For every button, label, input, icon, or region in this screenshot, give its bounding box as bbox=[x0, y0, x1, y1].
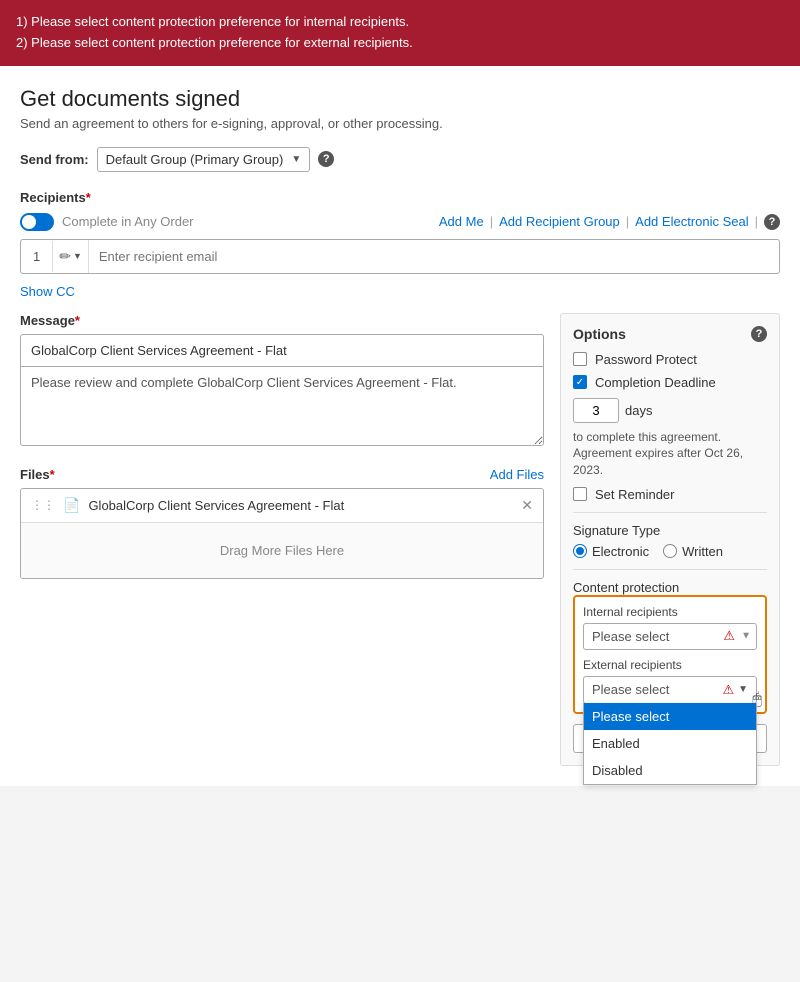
internal-recipients-section: Internal recipients Please select Enable… bbox=[583, 605, 757, 650]
recipient-number: 1 bbox=[21, 241, 53, 272]
completion-deadline-row: Completion Deadline bbox=[573, 375, 767, 390]
content-protection-box: Internal recipients Please select Enable… bbox=[573, 595, 767, 714]
file-remove-icon[interactable]: ✕ bbox=[521, 497, 533, 514]
sep3: | bbox=[755, 214, 758, 229]
send-from-select[interactable]: Default Group (Primary Group) ▼ bbox=[97, 147, 311, 172]
send-from-arrow-icon: ▼ bbox=[291, 154, 301, 165]
recipients-label: Recipients* bbox=[20, 190, 91, 205]
password-protect-label: Password Protect bbox=[595, 352, 697, 367]
completion-deadline-label: Completion Deadline bbox=[595, 375, 716, 390]
send-from-help-icon[interactable]: ? bbox=[318, 151, 334, 167]
written-label: Written bbox=[682, 544, 723, 559]
set-reminder-row: Set Reminder bbox=[573, 487, 767, 502]
electronic-radio-option[interactable]: Electronic bbox=[573, 544, 649, 559]
drag-more-area[interactable]: Drag More Files Here bbox=[21, 523, 543, 578]
divider1 bbox=[573, 512, 767, 513]
internal-recipients-label: Internal recipients bbox=[583, 605, 757, 619]
add-me-link[interactable]: Add Me bbox=[439, 214, 484, 229]
external-dropdown-value: Please select bbox=[592, 682, 722, 697]
add-electronic-seal-link[interactable]: Add Electronic Seal bbox=[635, 214, 748, 229]
chevron-down-icon: ▼ bbox=[73, 251, 82, 261]
sep2: | bbox=[626, 214, 629, 229]
content-protection-label: Content protection bbox=[573, 580, 679, 595]
set-reminder-checkbox[interactable] bbox=[573, 487, 587, 501]
days-input[interactable] bbox=[573, 398, 619, 423]
error-banner: 1) Please select content protection pref… bbox=[0, 0, 800, 66]
set-reminder-label: Set Reminder bbox=[595, 487, 674, 502]
external-dropdown-arrow-icon: ▼ bbox=[738, 684, 748, 695]
recipient-email-input[interactable] bbox=[89, 241, 779, 272]
internal-select-wrapper: Please select Enabled Disabled ⚠ ▼ bbox=[583, 623, 757, 650]
signature-type-label: Signature Type bbox=[573, 523, 660, 538]
files-label: Files* bbox=[20, 467, 55, 482]
recipients-help-icon[interactable]: ? bbox=[764, 214, 780, 230]
drag-handle-icon: ⋮⋮ bbox=[31, 498, 55, 512]
message-title-input[interactable] bbox=[20, 334, 544, 366]
password-protect-checkbox[interactable] bbox=[573, 352, 587, 366]
options-panel: Options ? Password Protect Completion De… bbox=[560, 313, 780, 766]
page-title: Get documents signed bbox=[20, 86, 780, 112]
options-help-icon[interactable]: ? bbox=[751, 326, 767, 342]
written-radio-option[interactable]: Written bbox=[663, 544, 723, 559]
message-body-input[interactable] bbox=[20, 366, 544, 446]
electronic-radio-btn[interactable] bbox=[573, 544, 587, 558]
signer-icon: ✏ bbox=[59, 248, 71, 265]
complete-in-order-toggle[interactable] bbox=[20, 213, 54, 231]
password-protect-row: Password Protect bbox=[573, 352, 767, 367]
options-title: Options bbox=[573, 326, 626, 342]
electronic-label: Electronic bbox=[592, 544, 649, 559]
divider2 bbox=[573, 569, 767, 570]
external-recipients-label: External recipients bbox=[583, 658, 757, 672]
content-protection-section: Content protection Internal recipients P… bbox=[573, 580, 767, 714]
sep1: | bbox=[490, 214, 493, 229]
days-label: days bbox=[625, 403, 652, 418]
page-subtitle: Send an agreement to others for e-signin… bbox=[20, 116, 780, 131]
external-recipients-section: External recipients Please select ⚠ ▼ 🖱 bbox=[583, 658, 757, 704]
external-warn-icon: ⚠ bbox=[722, 682, 734, 698]
internal-warn-icon: ⚠ bbox=[723, 628, 735, 644]
send-from-label: Send from: bbox=[20, 152, 89, 167]
message-label: Message* bbox=[20, 313, 80, 328]
error-line2: 2) Please select content protection pref… bbox=[16, 33, 784, 54]
error-line1: 1) Please select content protection pref… bbox=[16, 12, 784, 33]
external-select-wrapper: Please select ⚠ ▼ 🖱 Please select Enable… bbox=[583, 676, 757, 704]
completion-deadline-checkbox[interactable] bbox=[573, 375, 587, 389]
message-section: Message* bbox=[20, 313, 544, 449]
written-radio-btn[interactable] bbox=[663, 544, 677, 558]
file-doc-icon: 📄 bbox=[63, 497, 80, 514]
add-files-link[interactable]: Add Files bbox=[490, 467, 544, 482]
send-from-value: Default Group (Primary Group) bbox=[106, 152, 284, 167]
dropdown-item-please-select[interactable]: Please select bbox=[584, 703, 756, 730]
dropdown-item-disabled[interactable]: Disabled bbox=[584, 757, 756, 784]
external-dropdown-list: Please select Enabled Disabled bbox=[583, 703, 757, 785]
complete-any-order-label: Complete in Any Order bbox=[62, 214, 194, 229]
signature-type-section: Signature Type Electronic Written bbox=[573, 523, 767, 559]
dropdown-item-enabled[interactable]: Enabled bbox=[584, 730, 756, 757]
file-name: GlobalCorp Client Services Agreement - F… bbox=[88, 498, 521, 513]
external-dropdown-trigger[interactable]: Please select ⚠ ▼ 🖱 bbox=[584, 677, 756, 703]
file-item: ⋮⋮ 📄 GlobalCorp Client Services Agreemen… bbox=[21, 489, 543, 523]
expire-note: to complete this agreement. Agreement ex… bbox=[573, 429, 767, 479]
recipient-icon-area[interactable]: ✏ ▼ bbox=[53, 240, 89, 273]
external-dropdown[interactable]: Please select ⚠ ▼ 🖱 Please select Enable… bbox=[583, 676, 757, 704]
show-cc-link[interactable]: Show CC bbox=[20, 284, 780, 299]
add-recipient-group-link[interactable]: Add Recipient Group bbox=[499, 214, 620, 229]
files-section: Files* Add Files ⋮⋮ 📄 GlobalCorp Client … bbox=[20, 467, 544, 579]
files-box: ⋮⋮ 📄 GlobalCorp Client Services Agreemen… bbox=[20, 488, 544, 579]
recipient-row: 1 ✏ ▼ bbox=[20, 239, 780, 274]
